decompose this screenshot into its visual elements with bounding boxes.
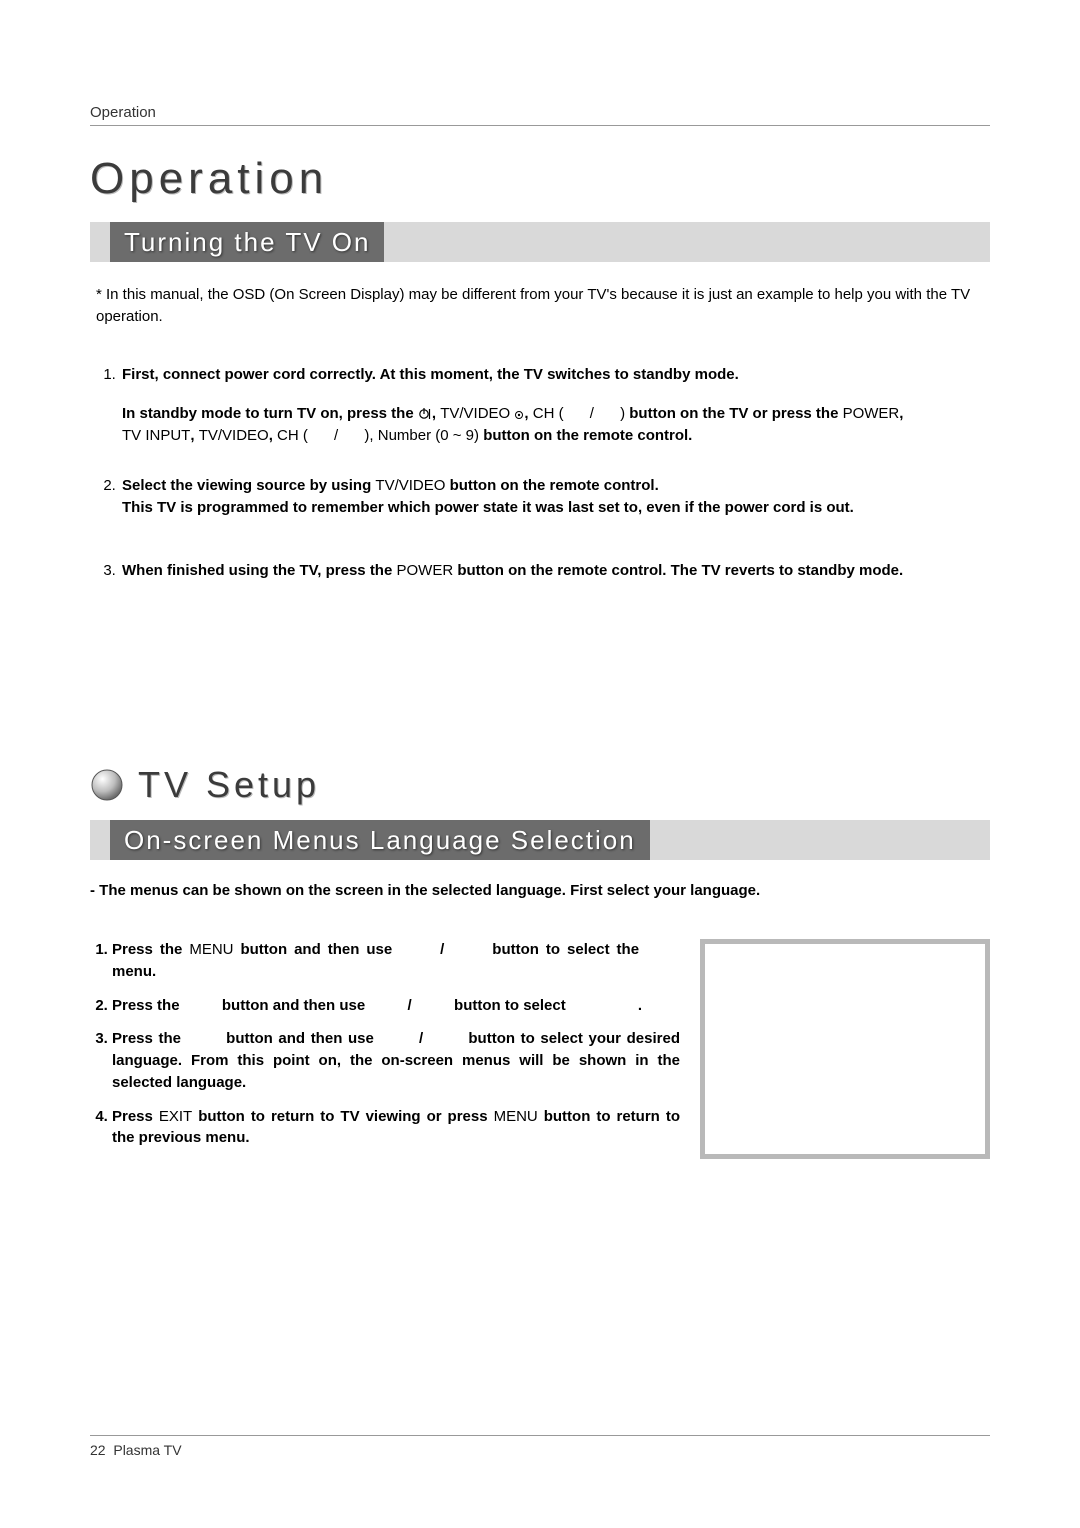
tv-setup-heading: TV Setup [90,764,990,806]
language-note: - The menus can be shown on the screen i… [90,882,990,899]
lang-step-2: Press the button and then use / button t… [112,995,680,1017]
lang-step-1: Press the MENU button and then use / but… [112,939,680,983]
osd-note: * In this manual, the OSD (On Screen Dis… [90,284,990,328]
step-2-line-1: Select the viewing source by using TV/VI… [122,475,990,497]
step-1-line-1: First, connect power cord correctly. At … [122,364,990,386]
page-footer: 22 Plasma TV [90,1435,990,1458]
section-title: Turning the TV On [110,222,384,262]
page-number: 22 [90,1442,106,1458]
section-band-language: On-screen Menus Language Selection [90,820,990,860]
step-2: Select the viewing source by using TV/VI… [120,475,990,519]
footer-label: Plasma TV [113,1442,181,1458]
section-band-turning-on: Turning the TV On [90,222,990,262]
language-steps: Press the MENU button and then use / but… [90,939,680,1161]
step-1-line-3: TV INPUT, TV/VIDEO, CH ( / ), Number (0 … [122,425,990,447]
power-icon [418,403,432,425]
lang-step-4: Press EXIT button to return to TV viewin… [112,1106,680,1150]
page-header: Operation [90,104,990,126]
step-1-line-2: In standby mode to turn TV on, press the… [122,403,990,425]
setup-title: TV Setup [138,764,320,806]
dot-icon [514,403,524,425]
section-title-language: On-screen Menus Language Selection [110,820,650,860]
lang-step-3: Press the button and then use / button t… [112,1028,680,1093]
step-1: First, connect power cord correctly. At … [120,364,990,447]
step-2-line-2: This TV is programmed to remember which … [122,497,990,519]
main-title: Operation [90,154,990,204]
osd-screenshot-placeholder [700,939,990,1159]
steps-list: First, connect power cord correctly. At … [90,364,990,583]
step-3: When finished using the TV, press the PO… [120,560,990,582]
sphere-bullet-icon [90,768,124,802]
